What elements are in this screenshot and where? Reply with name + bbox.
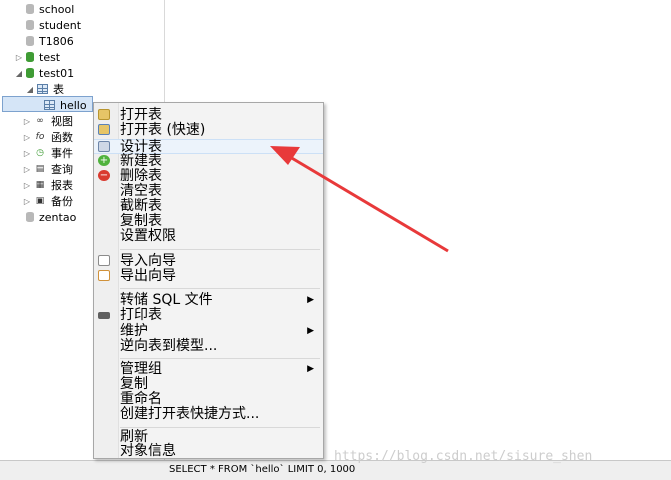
menu-item-dump-sql[interactable]: 转储 SQL 文件 ▶	[94, 293, 323, 308]
tree-item-tables[interactable]: ◢ 表	[26, 81, 64, 97]
menu-item-create-shortcut[interactable]: 创建打开表快捷方式...	[94, 407, 323, 422]
submenu-arrow-icon: ▶	[307, 326, 314, 336]
database-icon	[26, 36, 34, 46]
menu-item-export-wizard[interactable]: 导出向导	[94, 269, 323, 284]
open-table-icon	[98, 109, 110, 120]
expand-arrow-icon[interactable]: ▷	[23, 197, 31, 206]
expand-arrow-icon[interactable]: ▷	[23, 165, 31, 174]
menu-item-open-table[interactable]: 打开表	[94, 108, 323, 123]
expand-arrow-icon[interactable]: ▷	[23, 117, 31, 126]
watermark-text: https://blog.csdn.net/sisure_shen	[334, 449, 593, 464]
menu-item-rename[interactable]: 重命名	[94, 392, 323, 407]
views-icon: ∞	[36, 116, 44, 126]
design-table-icon	[98, 141, 110, 152]
backup-icon: ▣	[35, 196, 45, 206]
submenu-arrow-icon: ▶	[307, 295, 314, 305]
menu-item-open-table-fast[interactable]: 打开表 (快速)	[94, 123, 323, 138]
collapse-arrow-icon[interactable]: ◢	[15, 69, 23, 78]
menu-item-duplicate-table[interactable]: 复制表	[94, 214, 323, 229]
import-icon	[98, 255, 110, 266]
menu-separator	[120, 427, 320, 428]
tree-item-test[interactable]: ▷ test	[15, 49, 60, 65]
expand-arrow-icon[interactable]: ▷	[23, 181, 31, 190]
event-icon: ◷	[36, 148, 44, 158]
tree-item-events[interactable]: ▷ ◷ 事件	[23, 145, 73, 161]
expand-arrow-icon[interactable]: ▷	[15, 53, 23, 62]
menu-item-reverse-to-model[interactable]: 逆向表到模型...	[94, 339, 323, 354]
context-menu: 打开表 打开表 (快速) 设计表 + 新建表 − 删除表 清空表 截断表 复制表…	[93, 102, 324, 459]
tree-item-functions[interactable]: ▷ fo 函数	[23, 129, 73, 145]
database-icon	[26, 68, 34, 78]
database-icon	[26, 52, 34, 62]
export-icon	[98, 270, 110, 281]
function-icon: fo	[35, 132, 45, 142]
menu-item-object-info[interactable]: 对象信息	[94, 444, 323, 459]
query-icon: ▤	[35, 164, 45, 174]
tables-icon	[37, 84, 48, 94]
tree-item-student[interactable]: student	[26, 17, 81, 33]
expand-arrow-icon[interactable]: ▷	[23, 149, 31, 158]
menu-item-print-table[interactable]: 打印表	[94, 308, 323, 323]
menu-item-manage-group[interactable]: 管理组 ▶	[94, 362, 323, 377]
tree-item-test01[interactable]: ◢ test01	[15, 65, 74, 81]
menu-item-delete-table[interactable]: − 删除表	[94, 169, 323, 184]
tree-item-hello[interactable]: hello	[44, 97, 87, 113]
menu-item-new-table[interactable]: + 新建表	[94, 154, 323, 169]
database-icon	[26, 20, 34, 30]
printer-icon	[98, 312, 110, 319]
database-icon	[26, 212, 34, 222]
table-icon	[44, 100, 55, 110]
tree-item-views[interactable]: ▷ ∞ 视图	[23, 113, 73, 129]
new-table-icon: +	[98, 155, 110, 166]
menu-item-truncate-table[interactable]: 截断表	[94, 199, 323, 214]
menu-separator	[120, 288, 320, 289]
expand-arrow-icon[interactable]: ▷	[23, 133, 31, 142]
submenu-arrow-icon: ▶	[307, 364, 314, 374]
menu-separator	[120, 358, 320, 359]
menu-item-copy[interactable]: 复制	[94, 377, 323, 392]
tree-item-backups[interactable]: ▷ ▣ 备份	[23, 193, 73, 209]
database-icon	[26, 4, 34, 14]
delete-table-icon: −	[98, 170, 110, 181]
menu-item-import-wizard[interactable]: 导入向导	[94, 254, 323, 269]
tree-item-queries[interactable]: ▷ ▤ 查询	[23, 161, 73, 177]
menu-item-design-table[interactable]: 设计表	[94, 139, 323, 155]
tree-item-school[interactable]: school	[26, 1, 74, 17]
menu-separator	[120, 249, 320, 250]
tree-item-zentao[interactable]: zentao	[26, 209, 76, 225]
tree-item-reports[interactable]: ▷ ▦ 报表	[23, 177, 73, 193]
collapse-arrow-icon[interactable]: ◢	[26, 85, 34, 94]
open-table-fast-icon	[98, 124, 110, 135]
menu-item-set-permissions[interactable]: 设置权限	[94, 229, 323, 244]
report-icon: ▦	[35, 180, 45, 190]
tree-item-t1806[interactable]: T1806	[26, 33, 74, 49]
menu-item-maintenance[interactable]: 维护 ▶	[94, 324, 323, 339]
status-sql-text: SELECT * FROM `hello` LIMIT 0, 1000	[169, 464, 356, 475]
menu-item-empty-table[interactable]: 清空表	[94, 184, 323, 199]
